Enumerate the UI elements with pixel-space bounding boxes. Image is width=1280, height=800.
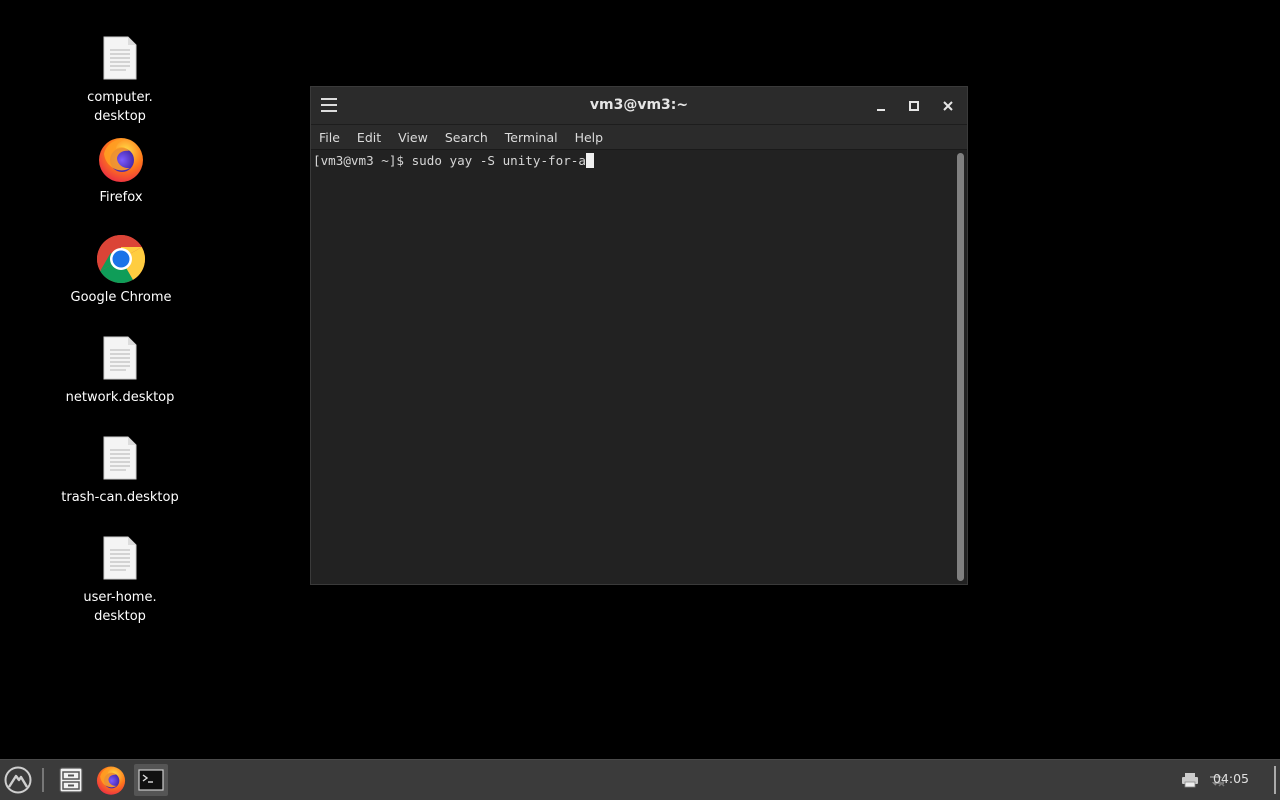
text-file-icon [102,436,138,480]
taskbar-firefox[interactable] [94,764,128,796]
desktop-icon-label: network.desktop [65,390,175,405]
minimize-button[interactable] [872,97,890,115]
hamburger-menu-icon[interactable] [321,98,337,112]
taskbar-terminal[interactable] [134,764,168,796]
menu-search[interactable]: Search [439,130,494,145]
taskbar-separator [42,768,44,792]
desktop-icon-chrome[interactable]: Google Chrome [61,234,181,307]
command-text: sudo yay -S unity-for-a [411,153,586,168]
start-menu-button[interactable] [2,764,34,796]
terminal-icon [138,769,164,791]
text-cursor [585,153,594,168]
taskbar-edge [1274,766,1276,794]
minimize-icon [877,109,885,111]
file-manager-icon [59,767,83,793]
scrollbar-thumb[interactable] [957,153,964,581]
desktop-icon-computer[interactable]: computer. desktop [60,36,180,126]
window-title: vm3@vm3:~ [589,97,689,113]
firefox-icon [96,134,146,184]
taskbar: 04:05 [0,759,1280,800]
window-titlebar[interactable]: vm3@vm3:~ [311,87,967,125]
clock[interactable]: 04:05 [1213,771,1249,786]
desktop-icon-label: computer. desktop [87,90,153,124]
menu-view[interactable]: View [392,130,434,145]
terminal-output[interactable]: [vm3@vm3 ~]$ sudo yay -S unity-for-a [311,150,967,584]
desktop-icon-label: user-home. desktop [83,590,157,624]
menu-help[interactable]: Help [569,130,610,145]
tray-printer[interactable] [1180,764,1200,796]
firefox-icon [96,766,126,795]
text-file-icon [102,536,138,580]
taskbar-file-manager[interactable] [55,764,87,796]
desktop-icon-trash-can[interactable]: trash-can.desktop [60,436,180,507]
printer-icon [1182,773,1198,788]
menu-file[interactable]: File [313,130,346,145]
command-line: [vm3@vm3 ~]$ sudo yay -S unity-for-a [313,153,594,168]
start-menu-icon [4,766,32,794]
maximize-button[interactable] [905,97,923,115]
text-file-icon [102,336,138,380]
menu-bar: File Edit View Search Terminal Help [311,125,967,150]
desktop-icon-network[interactable]: network.desktop [60,336,180,407]
close-button[interactable] [939,97,957,115]
desktop-icon-label: Firefox [99,190,143,205]
desktop-icon-label: Google Chrome [70,290,172,305]
maximize-icon [909,101,919,111]
close-icon [943,101,953,111]
desktop-icon-user-home[interactable]: user-home. desktop [60,536,180,626]
desktop-icon-label: trash-can.desktop [61,490,179,505]
scrollbar[interactable] [957,153,964,581]
chrome-icon [96,234,146,284]
text-file-icon [102,36,138,80]
terminal-window: vm3@vm3:~ File Edit View Search Terminal… [311,87,967,584]
menu-terminal[interactable]: Terminal [499,130,564,145]
shell-prompt: [vm3@vm3 ~]$ [313,153,412,168]
menu-edit[interactable]: Edit [351,130,387,145]
desktop-icon-firefox[interactable]: Firefox [61,134,181,207]
